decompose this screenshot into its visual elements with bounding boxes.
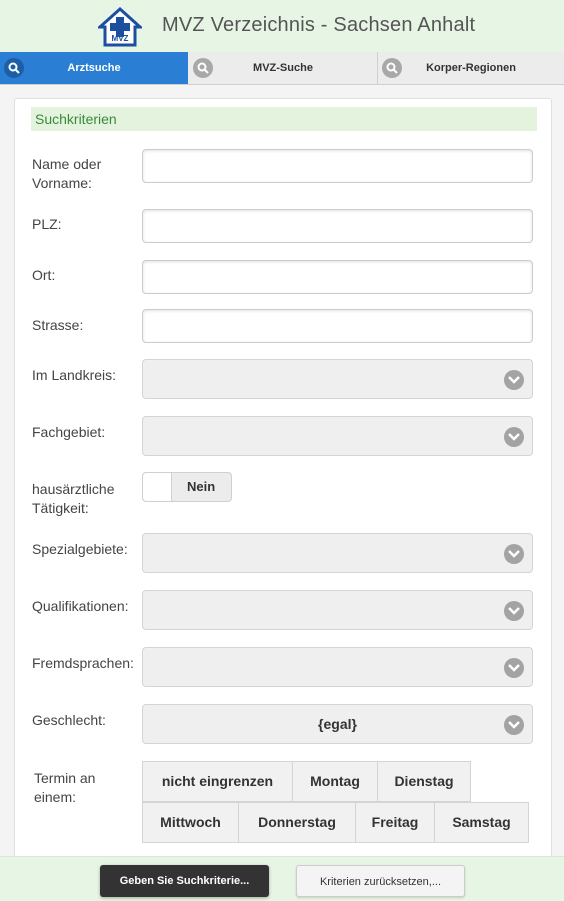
fremdsprachen-label: Fremdsprachen: [32, 655, 134, 671]
day-button-freitag[interactable]: Freitag [355, 802, 435, 843]
tab-mvz-suche[interactable]: MVZ-Suche [189, 52, 378, 84]
chevron-down-icon [504, 370, 524, 390]
logo-text: MVZ [112, 34, 129, 43]
spezialgebiete-label: Spezialgebiete: [32, 541, 128, 557]
fremdsprachen-select[interactable] [142, 647, 533, 687]
hausarzt-label: hausärztliche Tätigkeit: [32, 481, 115, 516]
chevron-down-icon [504, 715, 524, 735]
geschlecht-select[interactable]: {egal} [142, 704, 533, 744]
day-button-donnerstag[interactable]: Donnerstag [238, 802, 356, 843]
hausarzt-toggle[interactable]: Nein [142, 472, 232, 502]
geschlecht-value: {egal} [318, 716, 357, 732]
footer-bar: Geben Sie Suchkriterie... Kriterien zurü… [0, 856, 564, 901]
name-label: Name oder Vorname: [32, 156, 102, 191]
qualifikationen-select[interactable] [142, 590, 533, 630]
day-row-1: nicht eingrenzen Montag Dienstag [142, 761, 471, 802]
ort-label: Ort: [32, 267, 56, 283]
geschlecht-label: Geschlecht: [32, 712, 106, 728]
toggle-knob[interactable] [143, 473, 172, 501]
strasse-label: Strasse: [32, 317, 84, 333]
tab-label: MVZ-Suche [253, 62, 313, 74]
landkreis-select[interactable] [142, 359, 533, 399]
fachgebiet-select[interactable] [142, 416, 533, 456]
strasse-input[interactable] [142, 309, 533, 343]
day-button-dienstag[interactable]: Dienstag [377, 761, 471, 802]
chevron-down-icon [504, 658, 524, 678]
section-title: Suchkriterien [31, 107, 537, 131]
day-row-2: Mittwoch Donnerstag Freitag Samstag [142, 802, 530, 843]
app-header: MVZ MVZ Verzeichnis - Sachsen Anhalt [0, 0, 564, 53]
qualifikationen-label: Qualifikationen: [32, 598, 129, 614]
landkreis-label: Im Landkreis: [32, 367, 117, 383]
search-button[interactable]: Geben Sie Suchkriterie... [100, 865, 269, 897]
plz-input[interactable] [142, 209, 533, 243]
chevron-down-icon [504, 544, 524, 564]
ort-input[interactable] [142, 260, 533, 294]
tab-arztsuche[interactable]: Arztsuche [0, 52, 188, 84]
chevron-down-icon [504, 427, 524, 447]
fachgebiet-label: Fachgebiet: [32, 424, 106, 440]
spezialgebiete-select[interactable] [142, 533, 533, 573]
app-title: MVZ Verzeichnis - Sachsen Anhalt [162, 14, 476, 36]
plz-label: PLZ: [32, 216, 62, 232]
day-button-mittwoch[interactable]: Mittwoch [142, 802, 239, 843]
search-icon [382, 58, 402, 78]
search-criteria-panel: Suchkriterien Name oder Vorname: PLZ: Or… [14, 98, 552, 860]
chevron-down-icon [504, 601, 524, 621]
tab-label: Arztsuche [67, 62, 121, 74]
day-button-nicht-eingrenzen[interactable]: nicht eingrenzen [142, 761, 293, 802]
reset-button[interactable]: Kriterien zurücksetzen,... [296, 865, 465, 897]
name-input[interactable] [142, 149, 533, 183]
day-button-samstag[interactable]: Samstag [434, 802, 529, 843]
tab-korper-regionen[interactable]: Korper-Regionen [378, 52, 564, 84]
house-cross-logo-icon: MVZ [98, 7, 142, 47]
toggle-value: Nein [187, 479, 216, 494]
search-icon [4, 58, 24, 78]
tab-label: Korper-Regionen [426, 62, 516, 74]
search-icon [193, 58, 213, 78]
tab-bar: Arztsuche MVZ-Suche Korper-Regionen [0, 52, 564, 85]
termin-label: Termin an einem: [34, 770, 96, 805]
day-button-montag[interactable]: Montag [292, 761, 378, 802]
